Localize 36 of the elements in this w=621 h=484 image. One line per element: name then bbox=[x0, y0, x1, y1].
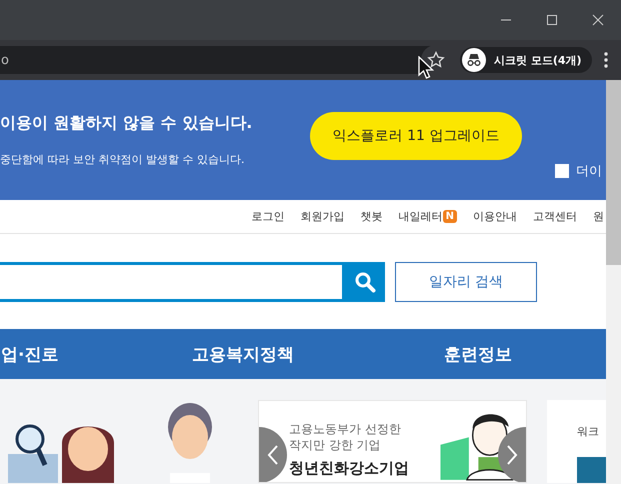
top-link[interactable]: 로그인 bbox=[252, 209, 285, 224]
side-card-image bbox=[576, 457, 606, 483]
scrollbar[interactable] bbox=[606, 80, 621, 484]
maximize-icon[interactable] bbox=[546, 14, 558, 26]
cursor-icon bbox=[418, 56, 434, 80]
incognito-icon bbox=[462, 48, 486, 72]
chevron-right-icon bbox=[506, 444, 518, 466]
new-badge: N bbox=[442, 210, 457, 223]
top-link[interactable]: 고객센터 bbox=[533, 209, 577, 224]
banner-subtext: 중단함에 따라 보안 취약점이 발생할 수 있습니다. bbox=[0, 152, 246, 167]
incognito-profile-button[interactable]: 시크릿 모드(4개) bbox=[460, 47, 592, 73]
top-link[interactable]: 원 bbox=[593, 209, 604, 224]
checkbox-label: 더이 bbox=[576, 163, 602, 180]
nav-item[interactable]: 업·진로 bbox=[1, 342, 192, 366]
top-link[interactable]: 내일레터 bbox=[398, 209, 443, 224]
menu-icon[interactable] bbox=[604, 52, 608, 68]
upgrade-button[interactable]: 익스플로러 11 업그레이드 bbox=[310, 112, 522, 160]
top-link[interactable]: 이용안내 bbox=[473, 209, 517, 224]
side-card-text: 워크 bbox=[576, 424, 600, 439]
job-search-button[interactable]: 일자리 검색 bbox=[395, 262, 537, 302]
top-link[interactable]: 회원가입 bbox=[300, 209, 345, 224]
scrollbar-thumb[interactable] bbox=[606, 80, 621, 265]
promo-title: 청년친화강소기업 bbox=[289, 459, 410, 478]
checkbox[interactable] bbox=[555, 164, 569, 178]
address-text: o bbox=[1, 52, 9, 68]
promo-caption: 고용노동부가 선정한 작지만 강한 기업 bbox=[289, 421, 402, 454]
search-icon bbox=[354, 271, 376, 293]
chevron-left-icon bbox=[267, 444, 279, 466]
top-link[interactable]: 챗봇 bbox=[360, 209, 383, 224]
search-field[interactable] bbox=[0, 262, 345, 302]
close-icon[interactable] bbox=[592, 14, 604, 26]
search-button[interactable] bbox=[345, 262, 385, 302]
address-bar[interactable]: o bbox=[0, 46, 450, 74]
banner-headline: 이용이 원활하지 않을 수 있습니다. bbox=[0, 113, 254, 134]
nav-item[interactable]: 고용복지정책 bbox=[192, 342, 444, 366]
nav-item[interactable]: 훈련정보 bbox=[444, 342, 512, 366]
